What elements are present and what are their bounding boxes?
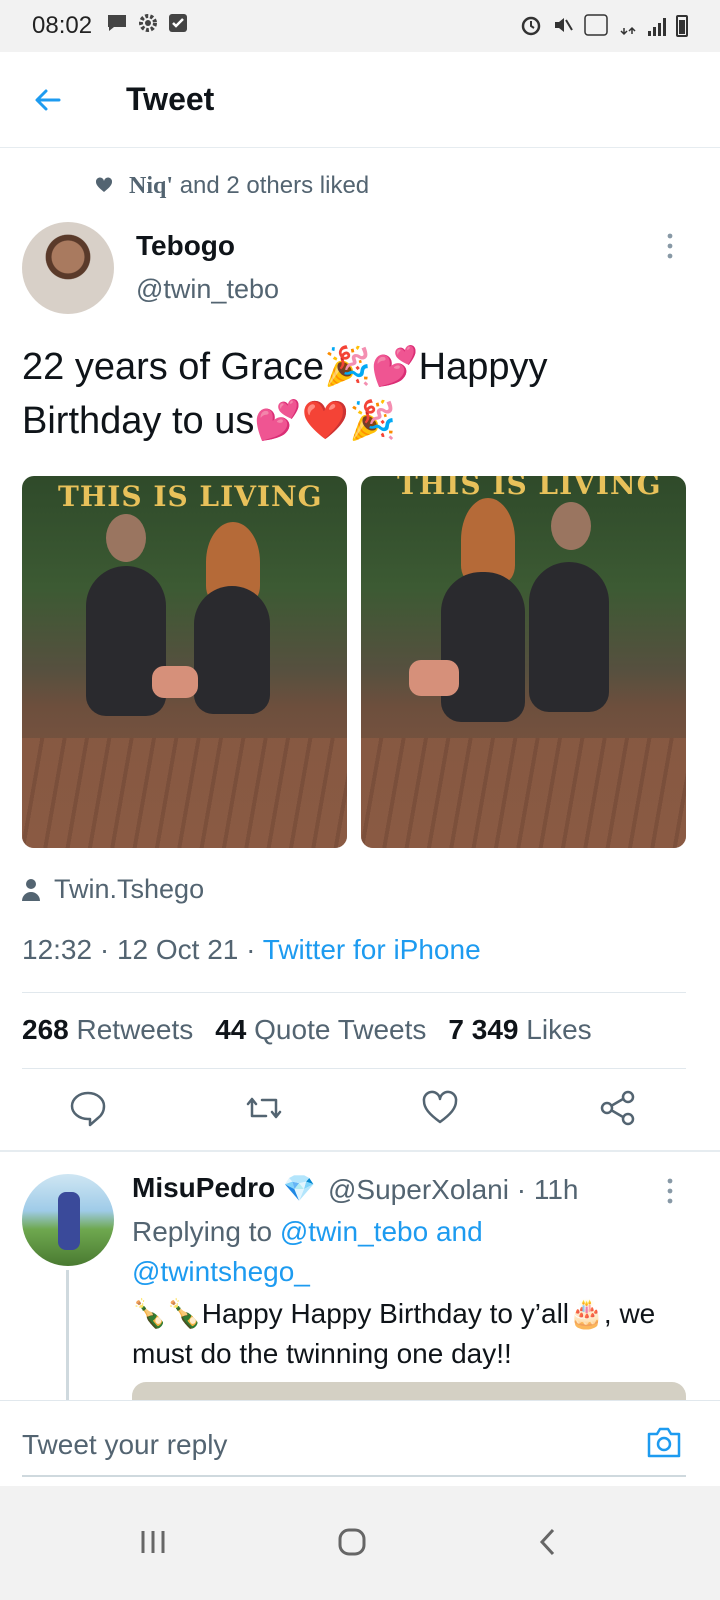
reply-text: 🍾🍾Happy Happy Birthday to y’all🎂, we mus… bbox=[132, 1298, 656, 1369]
photo-sign-text: THIS IS LIVING bbox=[58, 480, 323, 513]
tweet-actions bbox=[0, 1088, 720, 1132]
divider bbox=[22, 992, 686, 993]
retweets-stat[interactable]: 268 Retweets bbox=[22, 1014, 193, 1046]
photo-sign-text: THIS IS LIVING bbox=[397, 476, 662, 501]
tweet-source[interactable]: Twitter for iPhone bbox=[263, 934, 481, 965]
verified-badge-icon: 💎 bbox=[283, 1173, 316, 1203]
thread-line bbox=[66, 1270, 69, 1400]
reply-composer: Tweet your reply bbox=[0, 1400, 720, 1486]
page-title: Tweet bbox=[126, 81, 215, 117]
composer-underline bbox=[22, 1475, 686, 1477]
reply-author-name[interactable]: MisuPedro 💎 bbox=[132, 1172, 316, 1204]
reply-more-options-icon[interactable] bbox=[660, 1178, 680, 1204]
tweet-date: 12 Oct 21 bbox=[116, 934, 239, 965]
recent-apps-icon bbox=[141, 1531, 165, 1553]
reply-author-handle[interactable]: @SuperXolani · 11h bbox=[328, 1174, 579, 1206]
divider bbox=[22, 1068, 686, 1069]
tagged-user-name[interactable]: Twin.Tshego bbox=[54, 874, 204, 905]
mute-icon bbox=[552, 14, 574, 39]
author-avatar[interactable] bbox=[22, 222, 114, 314]
meta-separator: · bbox=[246, 934, 256, 965]
nav-back-icon bbox=[539, 1528, 555, 1556]
app-header: Tweet bbox=[0, 52, 720, 148]
reply-icon[interactable] bbox=[68, 1088, 108, 1128]
message-icon bbox=[106, 12, 128, 40]
alarm-icon bbox=[520, 14, 542, 39]
more-options-icon[interactable] bbox=[660, 233, 680, 259]
reply-author-avatar[interactable] bbox=[22, 1174, 114, 1266]
author-name[interactable]: Tebogo bbox=[136, 230, 235, 262]
home-icon bbox=[338, 1528, 366, 1556]
quote-tweets-stat[interactable]: 44 Quote Tweets bbox=[215, 1014, 426, 1046]
divider bbox=[0, 1150, 720, 1152]
likes-stat[interactable]: 7 349 Likes bbox=[448, 1014, 591, 1046]
status-bar: 08:02 bbox=[0, 0, 720, 52]
checkbox-icon bbox=[168, 12, 188, 40]
meta-separator: · bbox=[99, 934, 110, 965]
mention-link[interactable]: @twin_tebo and bbox=[280, 1216, 483, 1247]
volte-icon bbox=[584, 13, 608, 39]
network-4g-icon bbox=[618, 14, 638, 39]
replying-to: Replying to @twin_tebo and @twintshego_ bbox=[132, 1216, 483, 1287]
author-handle[interactable]: @twin_tebo bbox=[136, 274, 279, 305]
heart-icon bbox=[95, 172, 113, 200]
tweet-time: 12:32 bbox=[22, 934, 93, 965]
share-icon[interactable] bbox=[598, 1088, 638, 1128]
like-icon[interactable] bbox=[420, 1088, 460, 1128]
system-nav-bar bbox=[0, 1486, 720, 1600]
person-icon bbox=[22, 878, 40, 901]
signal-icon bbox=[648, 16, 666, 36]
tweet-text: 22 years of Grace🎉💕Happyy Birthday to us… bbox=[22, 346, 548, 442]
social-context-text: and 2 others liked bbox=[179, 172, 370, 199]
tweet-stats: 268 Retweets 44 Quote Tweets 7 349 Likes bbox=[22, 1014, 592, 1046]
settings-icon bbox=[138, 12, 158, 40]
recent-apps-button[interactable] bbox=[138, 1526, 168, 1565]
tweet-photo-1[interactable]: THIS IS LIVING bbox=[22, 476, 347, 848]
retweet-icon[interactable] bbox=[244, 1088, 284, 1128]
camera-icon[interactable] bbox=[646, 1425, 682, 1461]
mention-link[interactable]: @twintshego_ bbox=[132, 1256, 310, 1287]
social-context: Niq' and 2 others liked bbox=[95, 172, 369, 200]
back-button[interactable] bbox=[0, 52, 96, 148]
tagged-users[interactable]: Twin.Tshego bbox=[22, 874, 204, 905]
battery-icon bbox=[676, 15, 688, 37]
tweet-media: THIS IS LIVING THIS IS LIVING bbox=[22, 476, 686, 848]
home-button[interactable] bbox=[336, 1526, 368, 1567]
status-time: 08:02 bbox=[32, 12, 93, 39]
liker-name[interactable]: Niq' bbox=[129, 173, 173, 199]
reply-input[interactable]: Tweet your reply bbox=[22, 1429, 227, 1461]
nav-back-button[interactable] bbox=[536, 1526, 560, 1567]
tweet-meta: 12:32 · 12 Oct 21 · Twitter for iPhone bbox=[22, 934, 481, 966]
back-arrow-icon bbox=[35, 89, 61, 110]
tweet-photo-2[interactable]: THIS IS LIVING bbox=[361, 476, 686, 848]
